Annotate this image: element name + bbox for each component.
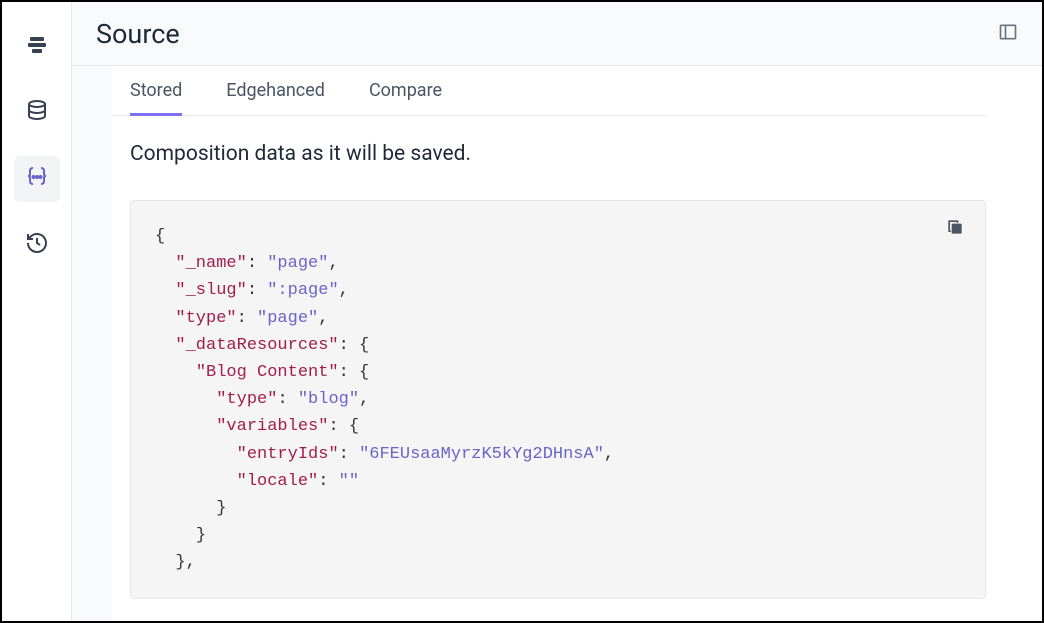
code-key: "type" [216,390,277,409]
code-content: { "_name": "page", "_slug": ":page", "ty… [155,223,961,576]
code-token: : [247,254,267,273]
structure-icon [25,33,49,61]
code-key: "locale" [237,472,319,491]
database-icon [25,99,49,127]
code-key: "variables" [216,417,328,436]
tab-stored[interactable]: Stored [130,80,182,115]
code-key: "_slug" [175,281,246,300]
tab-description: Composition data as it will be saved. [112,116,1042,192]
code-key: "_name" [175,254,246,273]
code-token: : [237,309,257,328]
code-token: , [328,254,338,273]
code-token: : [339,445,359,464]
code-token: }, [175,553,195,572]
panel-toggle-button[interactable] [998,22,1018,46]
code-token: : [318,472,338,491]
code-token: , [359,390,369,409]
sidebar-item-structure[interactable] [14,24,60,70]
code-value: "blog" [298,390,359,409]
header: Source [72,2,1042,66]
code-token: : [277,390,297,409]
code-token: : { [328,417,359,436]
tab-edgehanced[interactable]: Edgehanced [226,80,325,115]
code-token: : [247,281,267,300]
sidebar-item-history[interactable] [14,222,60,268]
content-panel: Stored Edgehanced Compare Composition da… [112,66,1042,621]
copy-button[interactable] [945,217,965,241]
tab-compare[interactable]: Compare [369,80,442,115]
code-key: "entryIds" [237,445,339,464]
code-token: : { [339,363,370,382]
code-key: "type" [175,309,236,328]
sidebar [2,2,72,621]
code-token: , [339,281,349,300]
code-value: "page" [267,254,328,273]
copy-icon [945,222,965,241]
code-block: { "_name": "page", "_slug": ":page", "ty… [130,200,986,599]
code-token: } [196,526,206,545]
json-braces-icon [25,165,49,193]
code-value: "" [339,472,359,491]
panel-toggle-icon [998,27,1018,46]
main-panel: Source Stored Edgehanced Compare Composi… [72,2,1042,621]
code-token: , [604,445,614,464]
code-key: "_dataResources" [175,336,338,355]
code-token: : { [339,336,370,355]
code-value: ":page" [267,281,338,300]
code-value: "page" [257,309,318,328]
sidebar-item-data[interactable] [14,90,60,136]
code-key: "Blog Content" [196,363,339,382]
page-title: Source [96,18,180,50]
sidebar-item-source[interactable] [14,156,60,202]
tabs: Stored Edgehanced Compare [112,66,986,116]
code-value: "6FEUsaaMyrzK5kYg2DHnsA" [359,445,604,464]
code-token: , [318,309,328,328]
history-icon [25,231,49,259]
code-token: } [216,499,226,518]
code-token: { [155,227,165,246]
